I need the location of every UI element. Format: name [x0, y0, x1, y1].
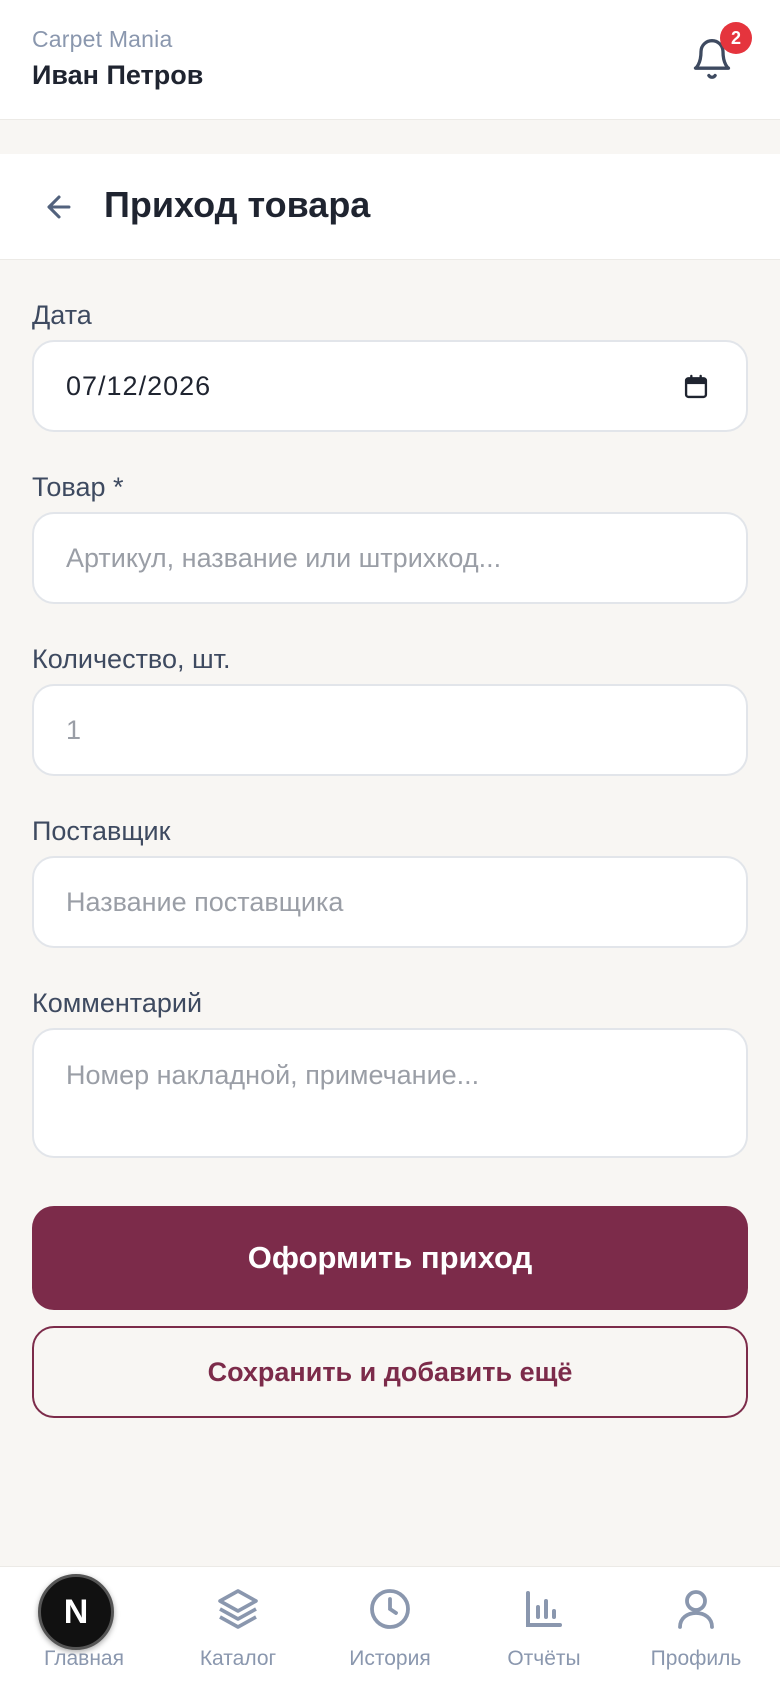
- page-header: Приход товара: [0, 154, 780, 260]
- quantity-label: Количество, шт.: [32, 644, 231, 674]
- nav-item-catalog[interactable]: Каталог: [160, 1567, 316, 1688]
- comment-placeholder: Номер накладной, примечание...: [66, 1060, 480, 1090]
- supplier-input[interactable]: Название поставщика: [32, 856, 748, 948]
- date-value: 07/12/2026: [66, 370, 212, 401]
- quantity-placeholder: 1: [66, 714, 82, 745]
- user-name: Иван Петров: [32, 60, 204, 90]
- date-label: Дата: [32, 300, 92, 330]
- bar-chart-icon: [526, 1591, 562, 1627]
- nav-label-home: Главная: [44, 1647, 124, 1670]
- date-input[interactable]: 07/12/2026: [32, 340, 748, 432]
- calendar-icon[interactable]: [682, 372, 710, 402]
- nav-item-profile[interactable]: Профиль: [618, 1567, 774, 1688]
- nav-item-reports[interactable]: Отчёты: [466, 1567, 622, 1688]
- back-button[interactable]: [36, 184, 82, 230]
- nav-label-history: История: [349, 1647, 431, 1670]
- save-and-add-more-button[interactable]: Сохранить и добавить ещё: [32, 1326, 748, 1418]
- notifications-badge: 2: [720, 22, 752, 54]
- app: Carpet Mania Иван Петров 2 Приход товара…: [0, 0, 780, 1688]
- product-search-input[interactable]: Артикул, название или штрихкод...: [32, 512, 748, 604]
- nav-label-reports: Отчёты: [507, 1647, 581, 1670]
- layers-icon: [218, 1589, 258, 1629]
- product-placeholder: Артикул, название или штрихкод...: [66, 542, 502, 573]
- supplier-placeholder: Название поставщика: [66, 886, 344, 917]
- user-icon: [678, 1590, 714, 1629]
- brand-name: Carpet Mania: [32, 26, 173, 52]
- bottom-nav: Главная Каталог История Отчёты Профиль: [0, 1566, 780, 1688]
- arrow-left-icon: [47, 195, 71, 219]
- supplier-label: Поставщик: [32, 816, 171, 846]
- clock-icon: [370, 1589, 410, 1629]
- submit-receipt-button[interactable]: Оформить приход: [32, 1206, 748, 1310]
- nav-label-catalog: Каталог: [199, 1647, 277, 1670]
- top-header: Carpet Mania Иван Петров 2: [0, 0, 780, 120]
- quantity-input[interactable]: 1: [32, 684, 748, 776]
- dev-tools-badge[interactable]: N: [38, 1574, 114, 1650]
- comment-label: Комментарий: [32, 988, 203, 1018]
- nav-item-history[interactable]: История: [312, 1567, 468, 1688]
- comment-textarea[interactable]: Номер накладной, примечание...: [32, 1028, 748, 1158]
- page-title: Приход товара: [104, 184, 371, 225]
- nav-label-profile: Профиль: [650, 1647, 742, 1670]
- product-label: Товар *: [32, 472, 124, 502]
